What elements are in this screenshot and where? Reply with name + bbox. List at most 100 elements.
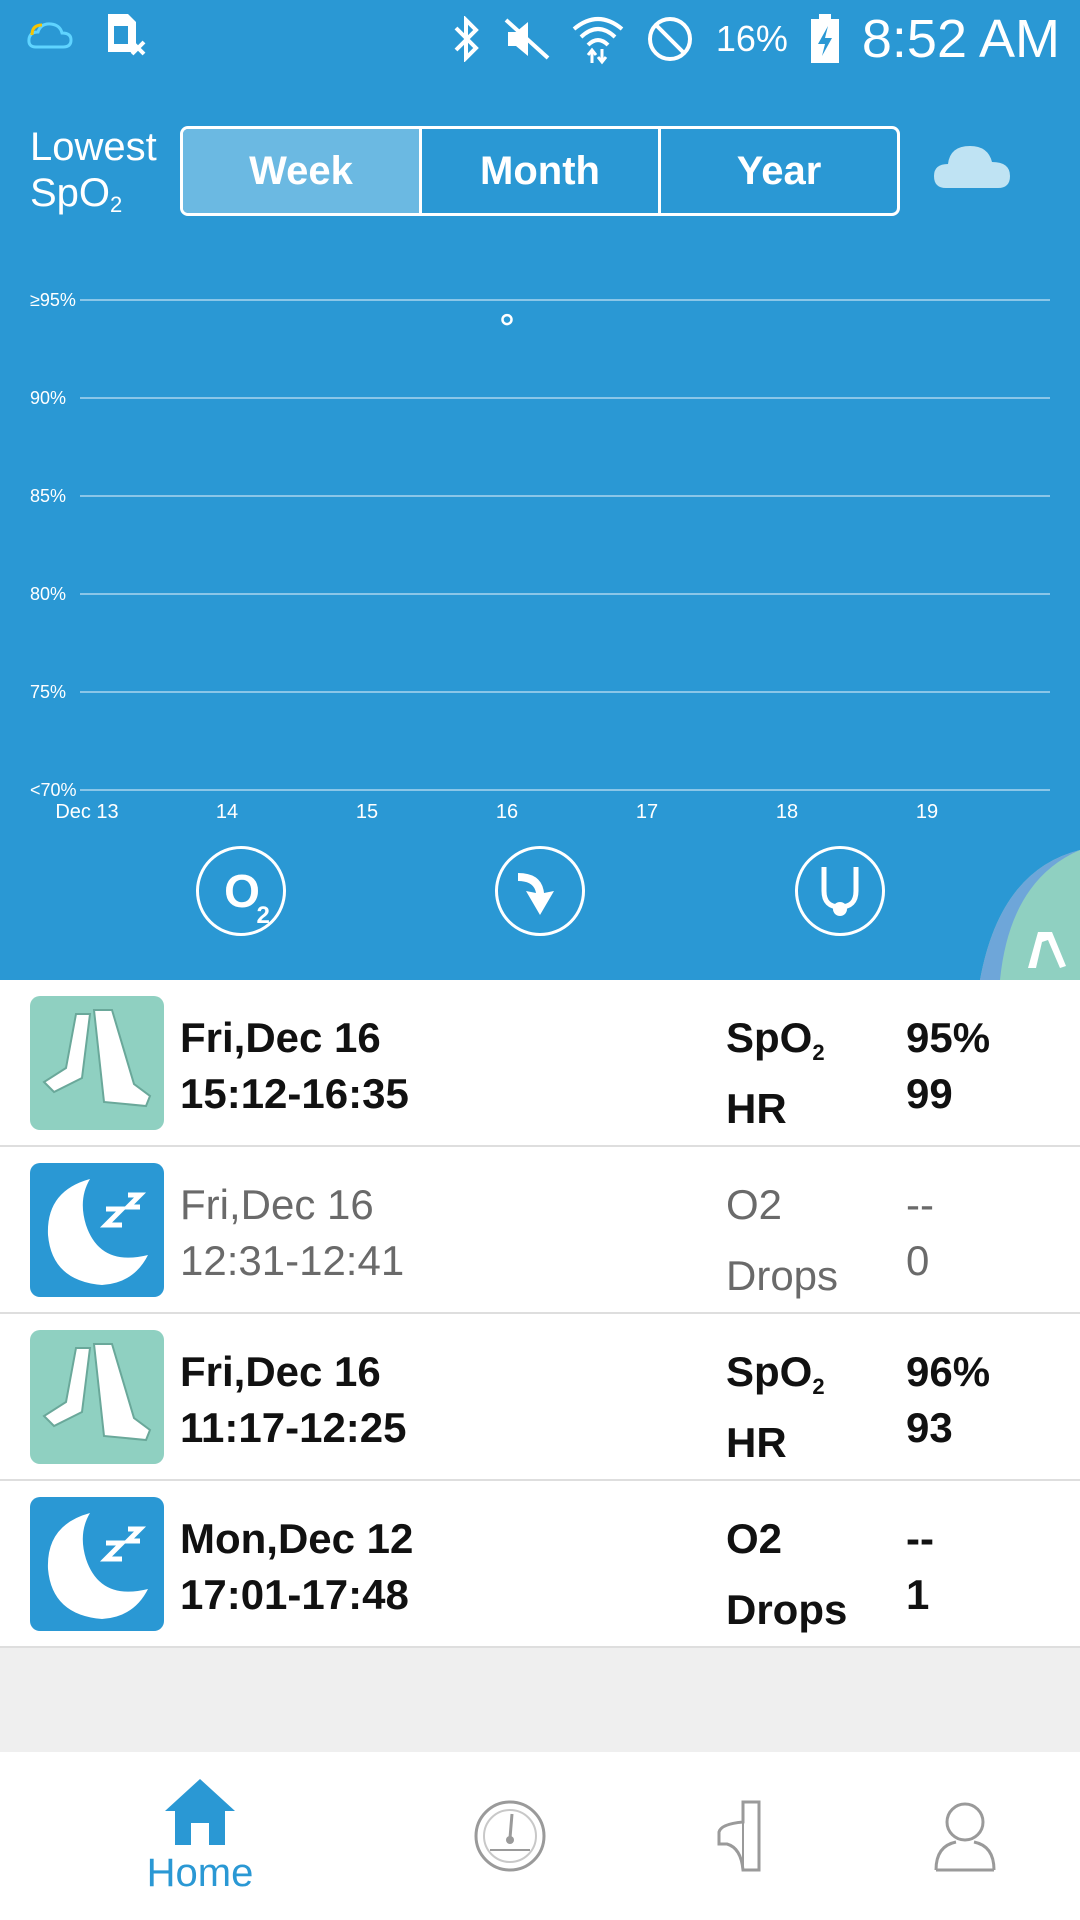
mute-icon	[504, 18, 550, 60]
record-datetime: Fri,Dec 16 11:17-12:25	[180, 1344, 407, 1456]
record-key1-text: O2	[726, 1181, 783, 1228]
record-value2: 93	[906, 1404, 953, 1451]
tab-week[interactable]: Week	[183, 129, 422, 213]
record-value1: 95%	[906, 1014, 991, 1061]
cloud-sync-icon[interactable]	[932, 140, 1012, 197]
chart-title: Lowest SpO2	[30, 124, 157, 228]
drop-icon	[510, 861, 570, 921]
record-values: 95% 99	[906, 1010, 990, 1122]
record-keys: O2 Drops	[726, 1177, 838, 1304]
record-value1: --	[906, 1515, 934, 1562]
drop-button[interactable]	[495, 846, 585, 936]
sleep-icon	[30, 1163, 164, 1297]
sleep-icon	[30, 1497, 164, 1631]
x-tick-label: Dec 13	[55, 801, 118, 823]
do-not-disturb-icon	[646, 15, 694, 63]
home-icon	[163, 1777, 237, 1847]
x-tick-label: 18	[776, 801, 798, 823]
o2-icon: O2	[224, 865, 270, 929]
x-tick-label: 19	[916, 801, 938, 823]
y-tick-label: 85%	[30, 486, 66, 506]
gauge-icon	[472, 1798, 548, 1874]
battery-percent: 16%	[715, 18, 788, 59]
record-time: 17:01-17:48	[180, 1571, 409, 1618]
list-item[interactable]: Fri,Dec 16 15:12-16:35 SpO2 HR 95% 99	[0, 980, 1080, 1147]
record-key1-sub: 2	[812, 1040, 825, 1065]
record-time: 12:31-12:41	[180, 1237, 405, 1284]
record-keys: O2 Drops	[726, 1511, 847, 1638]
x-tick-label: 17	[636, 801, 658, 823]
list-item[interactable]: Mon,Dec 12 17:01-17:48 O2 Drops -- 1	[0, 1481, 1080, 1648]
x-tick-label: 16	[496, 801, 518, 823]
record-day: Fri,Dec 16	[180, 1181, 374, 1228]
clock: 8:52 AM	[861, 9, 1060, 69]
walk-icon	[30, 996, 164, 1130]
walk-corner-icon[interactable]	[950, 850, 1080, 980]
sim-blocked-icon	[104, 12, 148, 58]
record-datetime: Fri,Dec 16 12:31-12:41	[180, 1177, 404, 1289]
list-item[interactable]: Fri,Dec 16 11:17-12:25 SpO2 HR 96% 93	[0, 1314, 1080, 1481]
record-key2: Drops	[726, 1586, 848, 1633]
stethoscope-button[interactable]	[795, 846, 885, 936]
record-key1-text: O2	[726, 1515, 783, 1562]
record-time: 11:17-12:25	[180, 1404, 407, 1451]
record-key1: O2	[726, 1177, 838, 1248]
title-spo: SpO	[30, 171, 111, 215]
record-value1: --	[906, 1181, 934, 1228]
record-key1: O2	[726, 1511, 847, 1582]
bluetooth-icon	[452, 16, 482, 62]
record-keys: SpO2 HR	[726, 1010, 825, 1137]
nav-home[interactable]: Home	[130, 1752, 270, 1920]
bottom-nav: Home	[0, 1752, 1080, 1920]
period-selector: Week Month Year	[180, 126, 900, 216]
record-key1: SpO2	[726, 1344, 825, 1415]
nav-profile[interactable]	[925, 1752, 1005, 1920]
record-values: -- 1	[906, 1511, 934, 1623]
list-item[interactable]: Fri,Dec 16 12:31-12:41 O2 Drops -- 0	[0, 1147, 1080, 1314]
record-datetime: Fri,Dec 16 15:12-16:35	[180, 1010, 409, 1122]
record-day: Mon,Dec 12	[180, 1515, 414, 1562]
record-day: Fri,Dec 16	[180, 1348, 381, 1395]
stethoscope-icon	[810, 861, 870, 921]
record-values: 96% 93	[906, 1344, 990, 1456]
record-day: Fri,Dec 16	[180, 1014, 381, 1061]
title-line2: SpO2	[30, 170, 157, 228]
title-line1: Lowest	[30, 125, 157, 169]
record-key2: HR	[726, 1085, 787, 1132]
data-point[interactable]	[501, 313, 513, 326]
device-icon	[713, 1798, 767, 1874]
record-values: -- 0	[906, 1177, 934, 1289]
y-tick-label: <70%	[30, 780, 77, 800]
record-value2: 1	[906, 1571, 930, 1618]
record-value2: 0	[906, 1237, 930, 1284]
x-tick-label: 14	[216, 801, 238, 823]
record-key2: Drops	[726, 1252, 839, 1299]
y-tick-label: 75%	[30, 682, 66, 702]
y-tick-label: 90%	[30, 388, 66, 408]
top-panel: 16% 8:52 AM Lowest SpO2 Week Month Year …	[0, 0, 1080, 980]
record-key1-text: SpO	[726, 1014, 813, 1061]
record-time: 15:12-16:35	[180, 1070, 409, 1117]
nav-home-label: Home	[146, 1850, 254, 1895]
spo2-chart: ≥95% 90% 85% 80% 75% <70%Dec 13 14 15 16 17 18 19	[30, 290, 1050, 823]
status-bar: 16% 8:52 AM	[0, 0, 1080, 80]
y-tick-label: 80%	[30, 584, 66, 604]
nav-gauge[interactable]	[460, 1752, 560, 1920]
tab-month[interactable]: Month	[422, 129, 661, 213]
walk-icon	[30, 1330, 164, 1464]
weather-icon	[26, 17, 74, 53]
record-datetime: Mon,Dec 12 17:01-17:48	[180, 1511, 413, 1623]
record-value1: 96%	[906, 1348, 991, 1395]
record-key1-text: SpO	[726, 1348, 813, 1395]
profile-icon	[932, 1798, 998, 1874]
record-key1: SpO2	[726, 1010, 825, 1081]
tab-year[interactable]: Year	[661, 129, 897, 213]
record-key2: HR	[726, 1419, 787, 1466]
o2-button[interactable]: O2	[196, 846, 286, 936]
y-tick-label: ≥95%	[30, 290, 76, 310]
title-sub: 2	[110, 192, 123, 217]
record-keys: SpO2 HR	[726, 1344, 825, 1471]
nav-device[interactable]	[700, 1752, 780, 1920]
x-tick-label: 15	[356, 801, 378, 823]
record-key1-sub: 2	[812, 1374, 825, 1399]
